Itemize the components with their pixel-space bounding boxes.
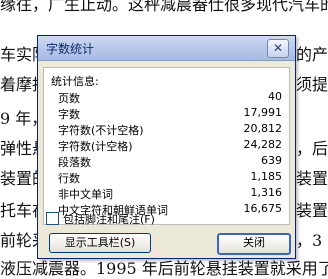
stat-value: 40	[268, 90, 282, 103]
document-line-fragment: 须提	[296, 75, 328, 94]
stat-value: 17,991	[243, 106, 283, 119]
stats-heading: 统计信息:	[51, 75, 99, 88]
include-footnotes-checkbox[interactable]	[46, 212, 59, 225]
stat-label: 字符数(计空格)	[58, 140, 133, 153]
stat-value: 24,282	[243, 138, 283, 151]
stat-value: 1,316	[250, 186, 283, 199]
stat-label: 非中文单词	[58, 188, 113, 201]
stat-value: 20,812	[243, 122, 283, 135]
close-button[interactable]: 关闭	[217, 233, 291, 255]
stat-value: 639	[261, 154, 282, 167]
stats-panel: 统计信息: 页数 40 字数 17,991 字符数(不计空格) 20,812 字…	[43, 67, 290, 225]
show-toolbar-button[interactable]: 显示工具栏(S)	[49, 233, 151, 253]
close-icon[interactable]: ✕	[267, 39, 289, 58]
document-line-fragment: ，3	[296, 231, 323, 250]
document-line: 缘往，广生止动。这秤减晨畚仕很多现代汽车的	[0, 0, 328, 14]
stat-row: 行数 1,185	[58, 170, 282, 185]
dialog-title: 字数统计	[46, 42, 95, 56]
stat-label: 字符数(不计空格)	[58, 124, 144, 137]
word-count-dialog: 字数统计 ✕ 统计信息: 页数 40 字数 17,991 字符数(不计空格) 2…	[37, 35, 296, 259]
include-footnotes-label[interactable]: 包括脚注和尾注(F)	[63, 211, 155, 227]
stat-label: 行数	[58, 172, 80, 185]
document-line-fragment: ，后	[296, 139, 328, 158]
stat-label: 段落数	[58, 156, 91, 169]
document-line-fragment: 装置	[296, 201, 328, 220]
dialog-titlebar[interactable]: 字数统计 ✕	[38, 36, 295, 61]
stat-row: 段落数 639	[58, 154, 282, 169]
document-line-fragment: 的产	[296, 45, 328, 64]
stat-row: 字符数(计空格) 24,282	[58, 138, 282, 153]
stat-label: 字数	[58, 108, 80, 121]
stat-row: 字符数(不计空格) 20,812	[58, 122, 282, 137]
stat-row: 字数 17,991	[58, 106, 282, 121]
stat-value: 16,675	[243, 202, 283, 215]
document-line-fragment: 装置	[296, 169, 328, 188]
stat-label: 页数	[58, 92, 80, 105]
stat-row: 非中文单词 1,316	[58, 186, 282, 201]
document-line: 液压减震器。1995 年后前轮悬挂装置就采用了	[0, 259, 328, 278]
stat-row: 页数 40	[58, 90, 282, 105]
stat-value: 1,185	[250, 170, 283, 183]
